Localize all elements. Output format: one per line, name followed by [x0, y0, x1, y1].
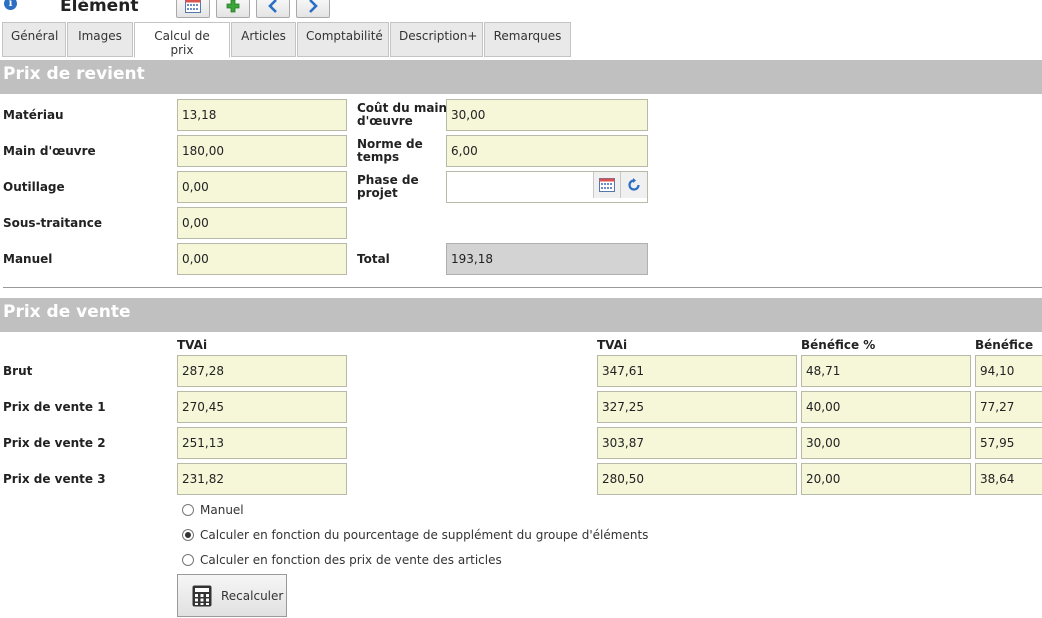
- row-label-pv2: Prix de vente 2: [3, 436, 106, 450]
- pv3-benefice-field[interactable]: 38,64: [975, 463, 1042, 495]
- cout-main-label: Coût du main d'œuvre: [357, 101, 448, 128]
- calendar-button[interactable]: [176, 0, 210, 18]
- brut-tvai-incl-field[interactable]: 347,61: [597, 355, 797, 387]
- materiau-label: Matériau: [3, 108, 64, 122]
- pv1-benefice-pct-field[interactable]: 40,00: [801, 391, 971, 423]
- phase-calendar-button[interactable]: [593, 172, 620, 198]
- tab-remarques[interactable]: Remarques: [484, 22, 571, 57]
- pv3-tvai-excl-field[interactable]: 231,82: [177, 463, 347, 495]
- section-divider: [3, 287, 1042, 288]
- col-header-tvai-2: TVAi: [597, 338, 628, 352]
- brut-tvai-excl-field[interactable]: 287,28: [177, 355, 347, 387]
- calendar-icon: [185, 0, 201, 13]
- tab-description-plus[interactable]: Description+: [390, 22, 483, 57]
- phase-projet-value: [447, 172, 593, 202]
- sous-traitance-field[interactable]: 0,00: [177, 207, 347, 239]
- tab-articles[interactable]: Articles: [231, 22, 296, 57]
- cost-section-header: Prix de revient: [0, 60, 1042, 94]
- radio-prix-articles-label: Calculer en fonction des prix de vente d…: [200, 553, 502, 567]
- pv2-benefice-pct-field[interactable]: 30,00: [801, 427, 971, 459]
- pv2-benefice-field[interactable]: 57,95: [975, 427, 1042, 459]
- cout-main-field[interactable]: 30,00: [446, 99, 648, 131]
- info-icon[interactable]: i: [4, 0, 17, 10]
- main-oeuvre-field[interactable]: 180,00: [177, 135, 347, 167]
- phase-projet-label: Phase de projet: [357, 173, 419, 200]
- main-oeuvre-label: Main d'œuvre: [3, 144, 96, 158]
- radio-prix-articles[interactable]: [182, 554, 194, 566]
- radio-manuel[interactable]: [182, 504, 194, 516]
- manuel-label: Manuel: [3, 252, 53, 266]
- recalculer-button[interactable]: Recalculer: [177, 574, 287, 617]
- calculator-icon: [192, 585, 212, 606]
- brut-benefice-pct-field[interactable]: 48,71: [801, 355, 971, 387]
- row-label-pv3: Prix de vente 3: [3, 472, 106, 486]
- tab-images[interactable]: Images: [67, 22, 133, 57]
- phase-refresh-button[interactable]: [620, 172, 647, 198]
- recalculer-label: Recalculer: [221, 588, 284, 603]
- col-header-benefice-pct: Bénéfice %: [801, 338, 876, 352]
- tab-general[interactable]: Général: [2, 22, 66, 57]
- brut-benefice-field[interactable]: 94,10: [975, 355, 1042, 387]
- outillage-label: Outillage: [3, 180, 65, 194]
- pv1-benefice-field[interactable]: 77,27: [975, 391, 1042, 423]
- col-header-tvai-1: TVAi: [177, 338, 208, 352]
- pv3-tvai-incl-field[interactable]: 280,50: [597, 463, 797, 495]
- sous-traitance-label: Sous-traitance: [3, 216, 103, 230]
- pv1-tvai-incl-field[interactable]: 327,25: [597, 391, 797, 423]
- pv2-tvai-incl-field[interactable]: 303,87: [597, 427, 797, 459]
- calendar-icon: [599, 178, 615, 192]
- total-field: 193,18: [446, 243, 648, 275]
- phase-projet-field[interactable]: [446, 171, 648, 203]
- manuel-field[interactable]: 0,00: [177, 243, 347, 275]
- total-label: Total: [357, 252, 390, 266]
- radio-pourcentage-groupe-label: Calculer en fonction du pourcentage de s…: [200, 528, 649, 542]
- tab-calcul-de-prix[interactable]: Calcul de prix: [134, 22, 230, 58]
- norme-temps-label: Norme de temps: [357, 137, 423, 164]
- chevron-right-icon: [309, 0, 318, 13]
- next-button[interactable]: [296, 0, 330, 18]
- norme-temps-field[interactable]: 6,00: [446, 135, 648, 167]
- col-header-benefice: Bénéfice: [975, 338, 1034, 352]
- pv1-tvai-excl-field[interactable]: 270,45: [177, 391, 347, 423]
- add-button[interactable]: [216, 0, 250, 18]
- previous-button[interactable]: [256, 0, 290, 18]
- materiau-field[interactable]: 13,18: [177, 99, 347, 131]
- pv2-tvai-excl-field[interactable]: 251,13: [177, 427, 347, 459]
- tab-comptabilite[interactable]: Comptabilité: [297, 22, 389, 57]
- pv3-benefice-pct-field[interactable]: 20,00: [801, 463, 971, 495]
- sale-section-header: Prix de vente: [0, 298, 1042, 332]
- row-label-pv1: Prix de vente 1: [3, 400, 106, 414]
- radio-manuel-label: Manuel: [200, 503, 244, 517]
- plus-icon: [226, 0, 240, 13]
- page-title: Elément: [60, 0, 139, 16]
- row-label-brut: Brut: [3, 364, 33, 378]
- refresh-icon: [628, 178, 640, 191]
- chevron-left-icon: [268, 0, 277, 13]
- outillage-field[interactable]: 0,00: [177, 171, 347, 203]
- radio-pourcentage-groupe[interactable]: [182, 529, 194, 541]
